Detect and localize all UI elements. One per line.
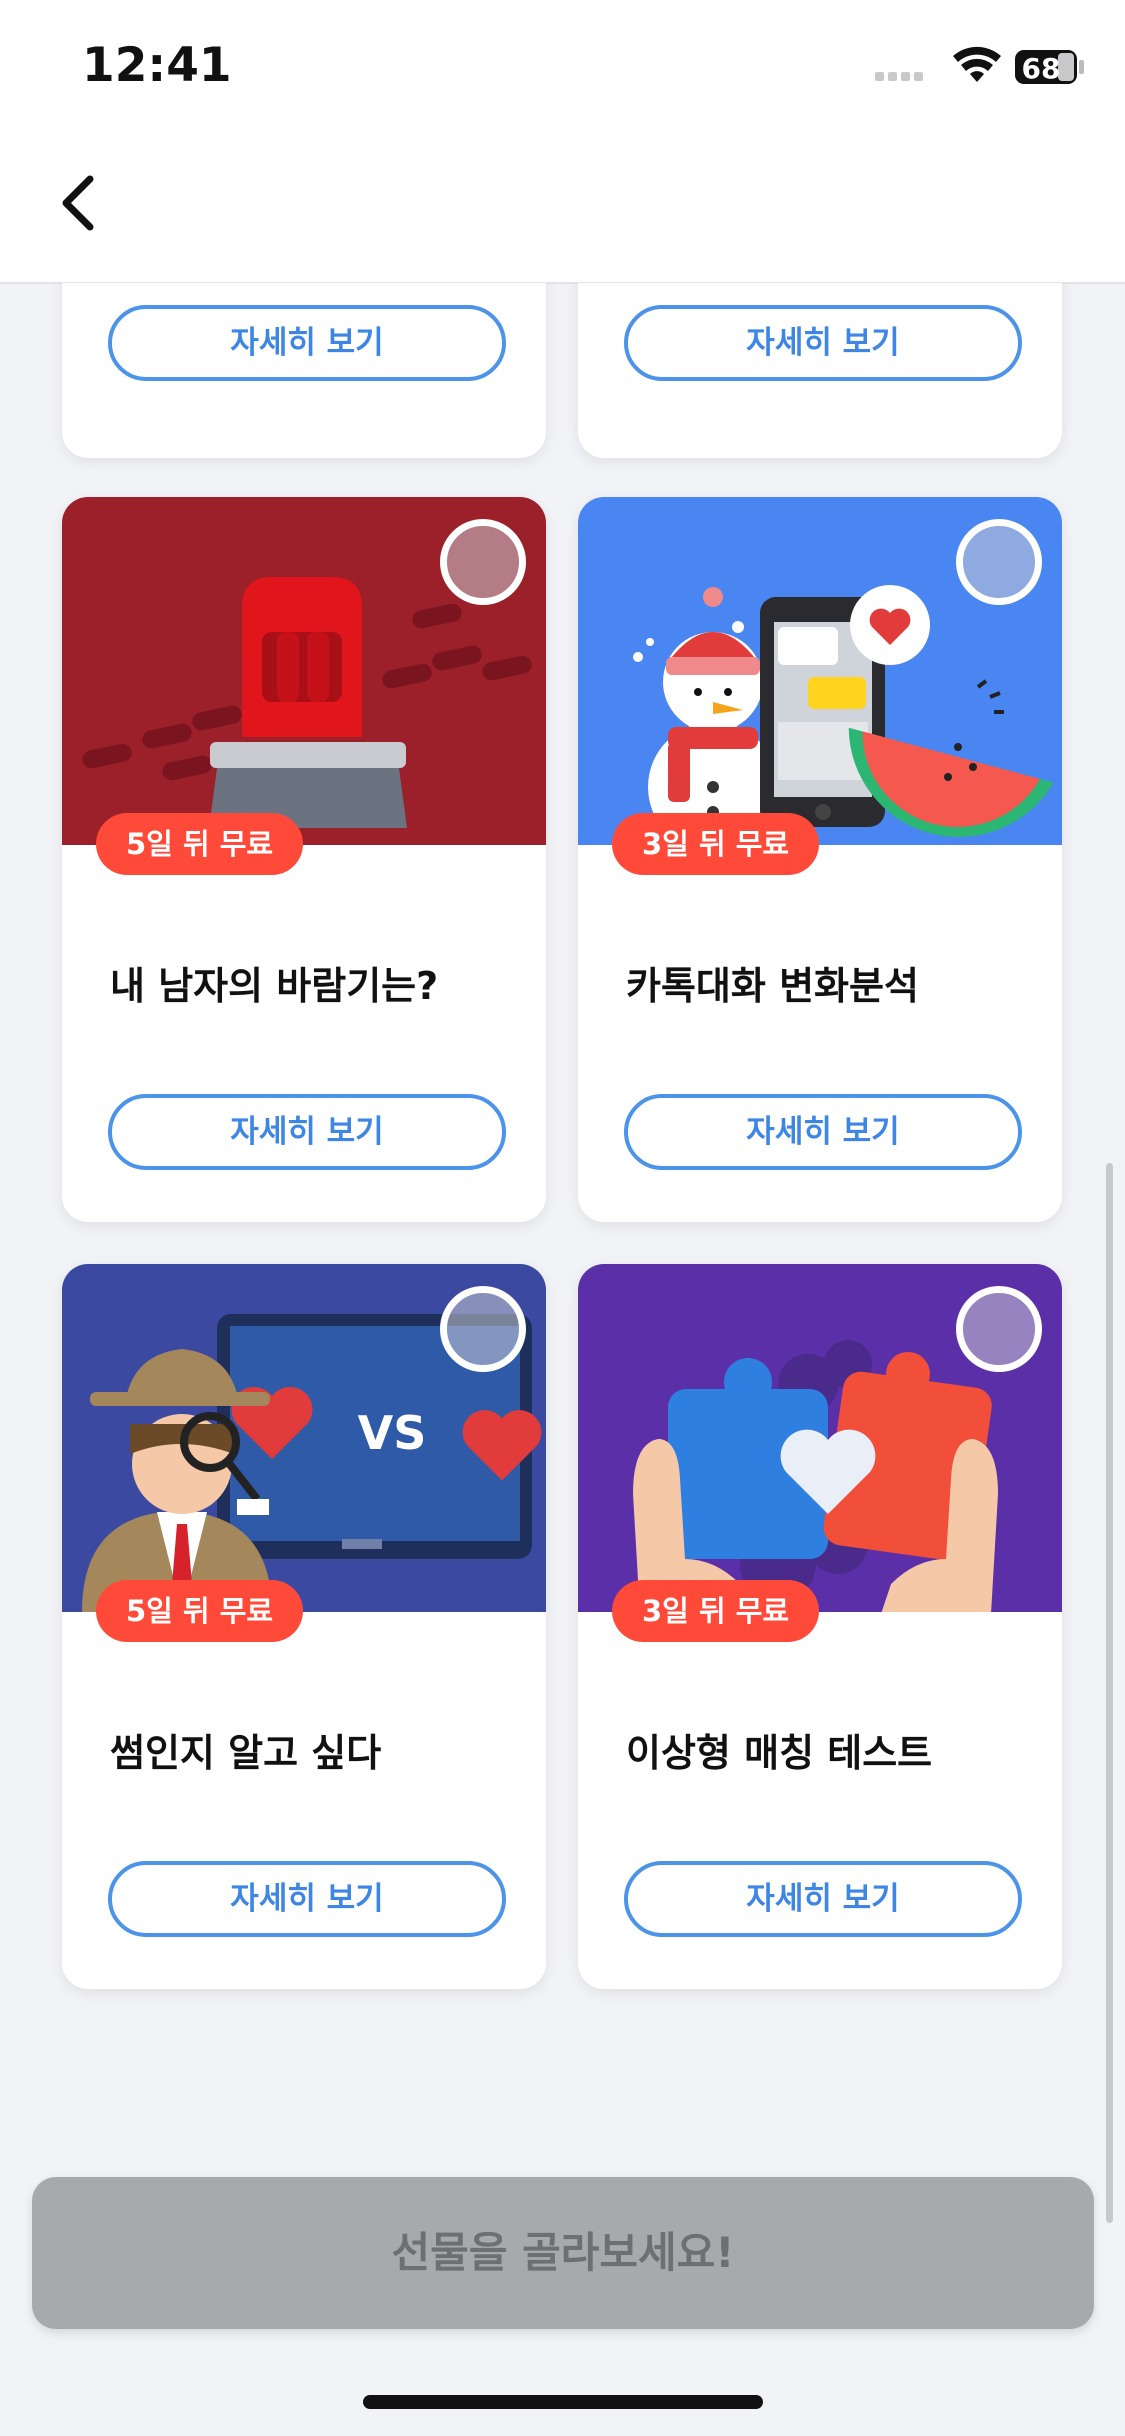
status-icons: 68 <box>875 42 1085 92</box>
product-card: 자세히 보기 <box>62 283 546 458</box>
detail-button[interactable]: 자세히 보기 <box>108 1094 506 1170</box>
free-badge: 5일 뒤 무료 <box>96 1580 304 1642</box>
product-card[interactable]: 3일 뒤 무료 카톡대화 변화분석 자세히 보기 <box>578 497 1062 1222</box>
vs-label: VS <box>358 1406 427 1460</box>
chevron-left-icon <box>62 175 94 231</box>
scrollbar[interactable] <box>1106 1163 1113 2223</box>
detail-button[interactable]: 자세히 보기 <box>624 305 1022 381</box>
product-card[interactable]: 5일 뒤 무료 내 남자의 바람기는? 자세히 보기 <box>62 497 546 1222</box>
detail-button[interactable]: 자세히 보기 <box>108 305 506 381</box>
select-checkbox[interactable] <box>956 1286 1042 1372</box>
free-badge: 3일 뒤 무료 <box>612 1580 820 1642</box>
product-card[interactable]: 3일 뒤 무료 이상형 매칭 테스트 자세히 보기 <box>578 1264 1062 1989</box>
card-title: 내 남자의 바람기는? <box>110 964 439 1008</box>
product-card[interactable]: VS 5일 뒤 무료 썸인지 알고 싶다 자세히 보기 <box>62 1264 546 1989</box>
select-checkbox[interactable] <box>440 519 526 605</box>
back-button[interactable] <box>52 155 152 255</box>
card-title: 이상형 매칭 테스트 <box>626 1731 933 1775</box>
product-grid: 자세히 보기 자세히 보기 5일 뒤 무료 내 남자의 바람기는? 자세히 보기… <box>0 283 1125 2436</box>
select-checkbox[interactable] <box>440 1286 526 1372</box>
card-title: 썸인지 알고 싶다 <box>110 1731 382 1775</box>
nav-bar <box>0 135 1125 284</box>
wifi-icon <box>953 46 1001 82</box>
signal-icon <box>875 72 923 81</box>
card-title: 카톡대화 변화분석 <box>626 964 919 1008</box>
product-card: 자세히 보기 <box>578 283 1062 458</box>
status-bar: 12:41 68 <box>0 0 1125 135</box>
choose-gift-button[interactable]: 선물을 골라보세요! <box>32 2177 1094 2329</box>
select-checkbox[interactable] <box>956 519 1042 605</box>
battery-icon: 68 <box>1015 50 1084 85</box>
home-indicator[interactable] <box>363 2395 763 2409</box>
detail-button[interactable]: 자세히 보기 <box>624 1094 1022 1170</box>
free-badge: 5일 뒤 무료 <box>96 813 304 875</box>
detail-button[interactable]: 자세히 보기 <box>108 1861 506 1937</box>
free-badge: 3일 뒤 무료 <box>612 813 820 875</box>
battery-level: 68 <box>1022 52 1061 85</box>
detail-button[interactable]: 자세히 보기 <box>624 1861 1022 1937</box>
status-time: 12:41 <box>82 38 232 93</box>
